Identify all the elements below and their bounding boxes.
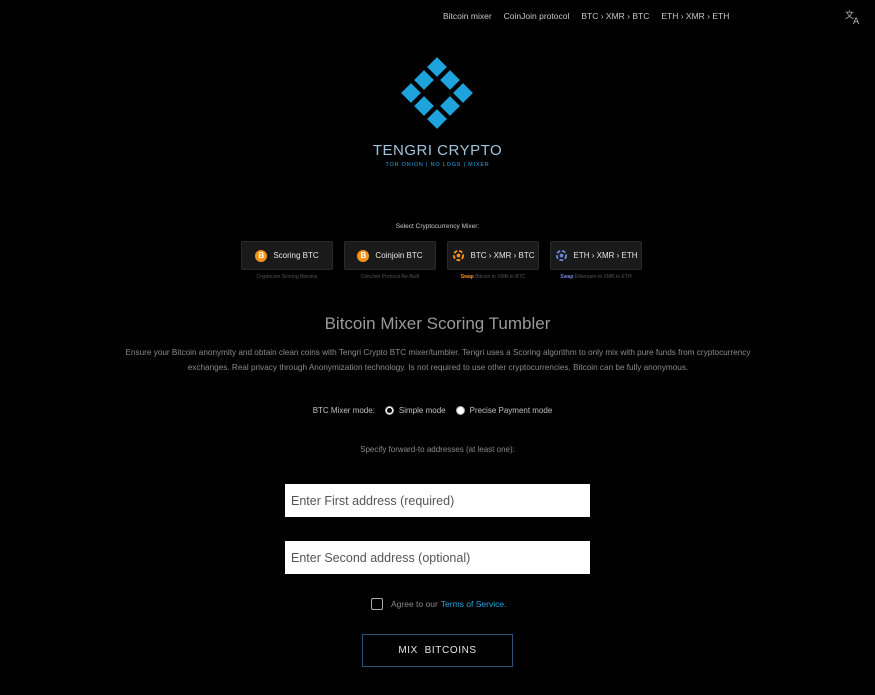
agree-text: Agree to our	[391, 599, 438, 609]
mixer-button-coinjoin-btc[interactable]: B Coinjoin BTC	[344, 241, 436, 270]
first-address-input[interactable]	[285, 484, 590, 517]
mixer-option-eth-xmr-eth: ETH › XMR › ETH Swap Ethereum to XMR to …	[550, 241, 642, 280]
swap-swirl-icon	[555, 249, 567, 262]
mixer-button-btc-xmr-btc[interactable]: BTC › XMR › BTC	[447, 241, 539, 270]
mode-option-precise[interactable]: Precise Payment mode	[455, 406, 553, 415]
mixer-subtitle: CoinJoin Protocol Re-Built	[360, 274, 420, 280]
nav-link-coinjoin-protocol[interactable]: CoinJoin protocol	[504, 11, 570, 21]
top-nav: Bitcoin mixer CoinJoin protocol BTC › XM…	[443, 11, 729, 21]
bitcoin-icon: B	[255, 249, 268, 262]
mixer-label: BTC › XMR › BTC	[470, 251, 535, 260]
translate-icon[interactable]: 文 A	[845, 9, 863, 27]
mix-bitcoins-button[interactable]: MIX BITCOINS	[362, 634, 513, 667]
mixer-subtitle: Swap Ethereum to XMR to ETH	[560, 274, 632, 280]
mixer-label: Coinjoin BTC	[375, 251, 423, 260]
nav-link-eth-xmr-eth[interactable]: ETH › XMR › ETH	[661, 11, 729, 21]
radio-selected-dot	[386, 408, 392, 413]
terms-of-service-link[interactable]: Terms of Service.	[441, 599, 507, 609]
mixer-button-eth-xmr-eth[interactable]: ETH › XMR › ETH	[550, 241, 642, 270]
tengri-logo[interactable]	[399, 55, 475, 131]
mixer-select-label: Select Cryptocurrency Mixer:	[395, 223, 480, 230]
brand-tagline: TOR ONION | NO LOGS | MIXER	[385, 162, 490, 168]
second-address-input[interactable]	[285, 541, 590, 574]
logo-tile	[414, 70, 434, 90]
brand-name: TENGRI CRYPTO	[372, 142, 503, 159]
logo-tile	[401, 83, 421, 103]
mixer-subtitle: Cryptocoin Scoring Bitcoins	[256, 274, 318, 280]
terms-checkbox[interactable]	[371, 598, 383, 610]
page-title: Bitcoin Mixer Scoring Tumbler	[324, 314, 551, 333]
logo-tile	[453, 83, 473, 103]
bitcoin-icon: B	[357, 249, 370, 262]
radio-precise-mode[interactable]	[455, 406, 465, 415]
nav-link-btc-xmr-btc[interactable]: BTC › XMR › BTC	[581, 11, 649, 21]
mixer-label: Scoring BTC	[273, 251, 319, 260]
mode-option-simple[interactable]: Simple mode	[384, 406, 446, 415]
logo-tile	[440, 96, 460, 116]
forward-addresses-label: Specify forward-to addresses (at least o…	[360, 445, 515, 454]
terms-agreement-row: Agree to our Terms of Service.	[371, 598, 506, 610]
logo-tile	[427, 57, 447, 77]
mixer-selector: B Scoring BTC Cryptocoin Scoring Bitcoin…	[241, 241, 642, 280]
logo-tile	[414, 96, 434, 116]
mixer-subtitle: Swap Bitcoin to XMR to BTC	[460, 274, 526, 280]
logo-tile	[427, 109, 447, 129]
mode-option-label: Simple mode	[398, 406, 446, 415]
mode-option-label: Precise Payment mode	[469, 406, 553, 415]
logo-tile	[440, 70, 460, 90]
mixer-option-btc-xmr-btc: BTC › XMR › BTC Swap Bitcoin to XMR to B…	[447, 241, 539, 280]
mixer-option-coinjoin-btc: B Coinjoin BTC CoinJoin Protocol Re-Buil…	[344, 241, 436, 280]
svg-text:A: A	[853, 17, 860, 25]
radio-simple-mode[interactable]	[384, 406, 394, 415]
page-description: Ensure your Bitcoin anonymity and obtain…	[125, 348, 751, 372]
mix-bitcoins-label: MIX BITCOINS	[398, 645, 477, 656]
mixer-mode-row: BTC Mixer mode: Simple mode Precise Paym…	[0, 406, 875, 415]
mixer-option-scoring-btc: B Scoring BTC Cryptocoin Scoring Bitcoin…	[241, 241, 333, 280]
mixer-button-scoring-btc[interactable]: B Scoring BTC	[241, 241, 333, 270]
swap-swirl-icon	[452, 249, 464, 262]
nav-link-bitcoin-mixer[interactable]: Bitcoin mixer	[443, 11, 492, 21]
mixer-label: ETH › XMR › ETH	[573, 251, 638, 260]
mixer-mode-label: BTC Mixer mode:	[312, 406, 375, 415]
